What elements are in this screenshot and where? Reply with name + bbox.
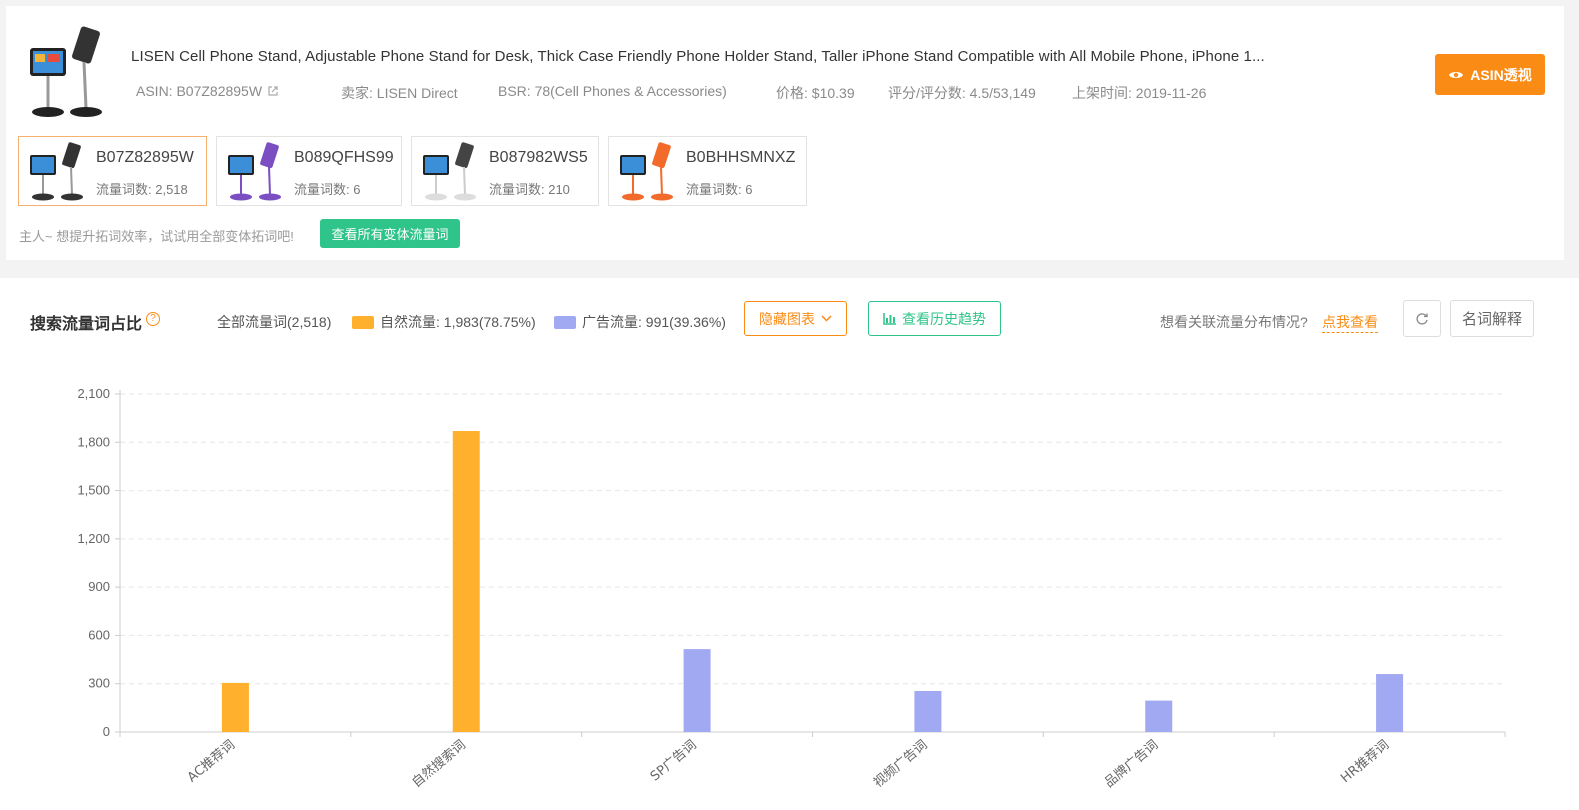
bar-4 (914, 690, 942, 732)
variant-keyword-count: 流量词数: 6 (686, 182, 753, 197)
view-all-variants-button[interactable]: 查看所有变体流量词 (320, 219, 460, 248)
tip-text: 主人~ 想提升拓词效率，试试用全部变体拓词吧! (19, 229, 294, 244)
x-tick-label: SP广告词 (648, 738, 700, 785)
variant-thumbnail (228, 142, 281, 201)
x-tick-label: AC推荐词 (185, 738, 238, 786)
variant-card-2[interactable]: B089QFHS99 流量词数: 6 (216, 136, 402, 206)
variant-keyword-count: 流量词数: 6 (294, 182, 361, 197)
x-tick-label: 品牌广告词 (1101, 737, 1161, 791)
y-tick-label: 300 (88, 676, 110, 691)
x-tick-label: 视频广告词 (871, 738, 930, 791)
variant-thumbnail (30, 142, 83, 201)
eye-icon (1449, 71, 1464, 78)
x-tick-label: HR推荐词 (1338, 738, 1392, 787)
variant-keyword-count: 流量词数: 210 (489, 182, 570, 197)
bar-1 (221, 682, 249, 732)
asin-text: ASIN: B07Z82895W (136, 83, 263, 99)
y-tick-label: 1,800 (77, 434, 110, 449)
y-tick-label: 600 (88, 627, 110, 642)
variant-card-1[interactable]: B07Z82895W 流量词数: 2,518 (18, 136, 207, 206)
y-tick-label: 900 (88, 579, 110, 594)
listed-date-meta: 上架时间: 2019-11-26 (1072, 85, 1207, 101)
variant-asin: B07Z82895W (96, 149, 194, 166)
variant-asin: B0BHHSMNXZ (686, 149, 796, 166)
bar-5 (1145, 700, 1173, 732)
traffic-chart-card: 搜索流量词占比 ? 全部流量词(2,518) 自然流量: 1,983(78.75… (0, 278, 1579, 810)
variant-card-3[interactable]: B087982WS5 流量词数: 210 (411, 136, 599, 206)
asin-meta[interactable]: ASIN: B07Z82895W (136, 83, 279, 99)
variant-asin: B089QFHS99 (294, 149, 394, 166)
bar-2 (452, 431, 480, 732)
variant-thumbnail (620, 142, 673, 201)
bsr-meta: BSR: 78(Cell Phones & Accessories) (498, 83, 727, 99)
seller-meta: 卖家: LISEN Direct (341, 85, 458, 101)
product-image (30, 26, 102, 117)
variant-thumbnail (423, 142, 476, 201)
y-tick-label: 2,100 (77, 386, 110, 401)
y-tick-label: 1,500 (77, 483, 110, 498)
variant-card-4[interactable]: B0BHHSMNXZ 流量词数: 6 (608, 136, 807, 206)
y-tick-label: 1,200 (77, 531, 110, 546)
y-tick-label: 0 (103, 724, 110, 739)
asin-insight-label: ASIN透视 (1470, 66, 1532, 83)
rating-meta: 评分/评分数: 4.5/53,149 (888, 85, 1036, 101)
asin-insight-button[interactable]: ASIN透视 (1435, 54, 1545, 95)
variant-keyword-count: 流量词数: 2,518 (96, 182, 188, 197)
product-card: LISEN Cell Phone Stand, Adjustable Phone… (6, 6, 1564, 260)
variant-asin: B087982WS5 (489, 149, 588, 166)
traffic-bar-chart: 0 300 600 900 1,200 1,500 1,800 2,100 AC推荐词 自然搜索词… (77, 386, 1506, 791)
external-link-icon[interactable] (267, 85, 279, 97)
bar-3 (683, 649, 711, 732)
product-title[interactable]: LISEN Cell Phone Stand, Adjustable Phone… (131, 48, 1265, 65)
bar-6 (1376, 674, 1404, 732)
x-tick-label: 自然搜索词 (409, 737, 469, 791)
price-meta: 价格: $10.39 (776, 85, 855, 101)
